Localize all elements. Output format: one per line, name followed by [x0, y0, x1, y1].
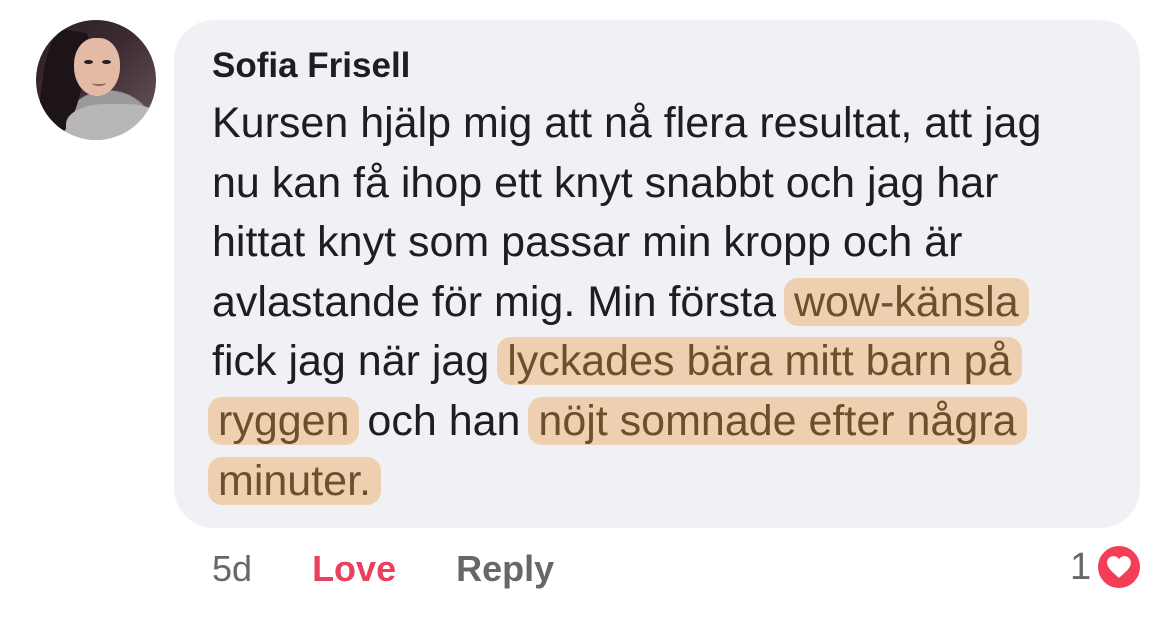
timestamp[interactable]: 5d: [212, 548, 252, 589]
comment-text-segment: avlastande för mig. Min första: [212, 277, 788, 326]
avatar[interactable]: [36, 20, 156, 140]
comment-text-segment: och han: [355, 396, 533, 445]
comment-text-segment: nu kan få ihop ett knyt snabbt och jag h…: [212, 158, 999, 207]
highlighted-text: minuter.: [208, 456, 381, 505]
comment-line: hittat knyt som passar min kropp och är: [212, 213, 1122, 273]
comment-text-segment: fick jag när jag: [212, 337, 502, 386]
comment-text: Kursen hjälp mig att nå flera resultat, …: [208, 94, 1122, 512]
comment-line: ryggen och han nöjt somnade efter några: [208, 392, 1122, 452]
comment-line: Kursen hjälp mig att nå flera resultat, …: [212, 94, 1122, 154]
reply-button[interactable]: Reply: [456, 548, 554, 589]
comment-line: avlastande för mig. Min första wow-känsl…: [212, 273, 1122, 333]
reaction-count: 1: [1070, 546, 1092, 588]
highlighted-text: wow-känsla: [783, 277, 1029, 326]
highlighted-text: ryggen: [208, 396, 360, 445]
highlighted-text: lyckades bära mitt barn på: [497, 337, 1022, 386]
reaction-summary[interactable]: 1: [1070, 542, 1144, 592]
comment-container: Sofia Frisell Kursen hjälp mig att nå fl…: [0, 0, 1166, 622]
comment-actions: 5d Love Reply: [212, 546, 554, 592]
love-button[interactable]: Love: [312, 548, 396, 589]
author-name[interactable]: Sofia Frisell: [212, 44, 410, 88]
comment-line: fick jag när jag lyckades bära mitt barn…: [212, 332, 1122, 392]
highlighted-text: nöjt somnade efter några: [528, 396, 1027, 445]
heart-icon: [1095, 543, 1144, 591]
comment-text-segment: Kursen hjälp mig att nå flera resultat, …: [212, 99, 1042, 147]
comment-line: nu kan få ihop ett knyt snabbt och jag h…: [212, 154, 1122, 214]
comment-text-segment: hittat knyt som passar min kropp och är: [212, 218, 963, 267]
comment-line: minuter.: [208, 452, 1122, 512]
